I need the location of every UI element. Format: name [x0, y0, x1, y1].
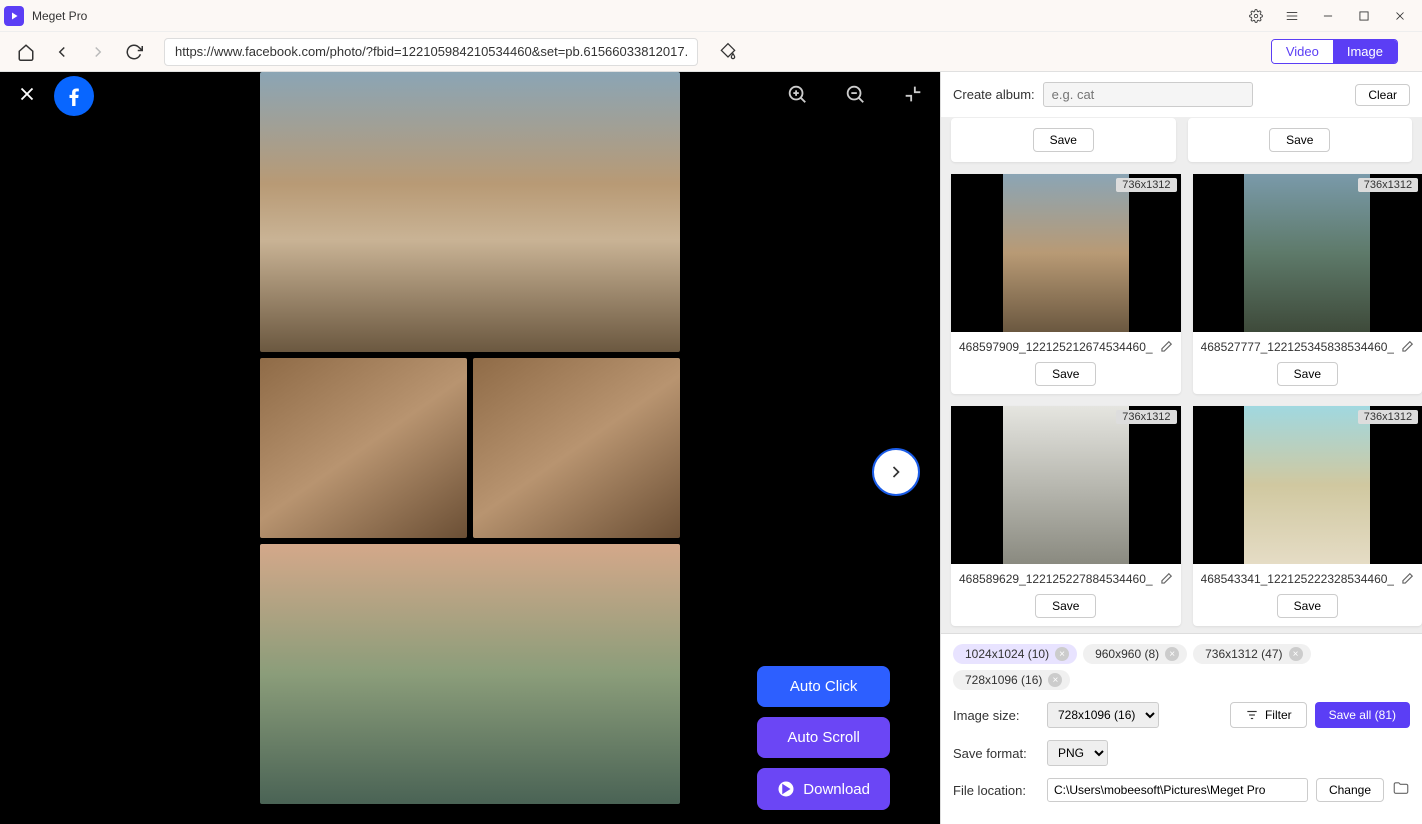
edit-icon[interactable]	[1400, 340, 1414, 354]
chip-remove-icon[interactable]: ×	[1289, 647, 1303, 661]
fullscreen-exit-icon[interactable]	[902, 83, 924, 110]
thumbnail-image[interactable]: 736x1312	[1193, 174, 1422, 332]
zoom-in-icon[interactable]	[786, 83, 808, 110]
thumbnail-filename: 468527777_122125345838534460_	[1201, 340, 1395, 354]
main-photo	[260, 72, 680, 804]
thumbnail-filename: 468597909_122125212674534460_	[959, 340, 1153, 354]
thumbnail-filename: 468543341_122125222328534460_	[1201, 572, 1395, 586]
thumbnail-card: 736x1312 468543341_122125222328534460_ S…	[1193, 406, 1422, 626]
viewer-close-icon[interactable]	[16, 83, 38, 110]
close-button[interactable]	[1382, 0, 1418, 32]
url-input[interactable]	[164, 38, 698, 66]
reload-button[interactable]	[120, 38, 148, 66]
save-button[interactable]: Save	[1035, 594, 1096, 618]
maximize-button[interactable]	[1346, 0, 1382, 32]
thumbnail-filename: 468589629_122125227884534460_	[959, 572, 1153, 586]
dimension-badge: 736x1312	[1116, 178, 1176, 192]
photo-viewer: Auto Click Auto Scroll Download	[0, 72, 940, 824]
size-chips: 1024x1024 (10)× 960x960 (8)× 736x1312 (4…	[953, 644, 1410, 690]
toolbar: Video Image	[0, 32, 1422, 72]
tab-image[interactable]: Image	[1333, 40, 1397, 63]
dimension-badge: 736x1312	[1116, 410, 1176, 424]
minimize-button[interactable]	[1310, 0, 1346, 32]
download-label: Download	[803, 781, 870, 798]
edit-icon[interactable]	[1159, 340, 1173, 354]
clear-button[interactable]: Clear	[1355, 84, 1410, 106]
facebook-logo[interactable]	[54, 76, 94, 116]
save-all-button[interactable]: Save all (81)	[1315, 702, 1410, 728]
save-button[interactable]: Save	[1035, 362, 1096, 386]
tab-video[interactable]: Video	[1272, 40, 1333, 63]
back-button[interactable]	[48, 38, 76, 66]
thumbnail-card: 736x1312 468589629_122125227884534460_ S…	[951, 406, 1181, 626]
save-button[interactable]: Save	[1269, 128, 1330, 152]
thumbnail-list[interactable]: Save Save 736x1312 468597909_12212521267…	[941, 118, 1422, 633]
filter-button[interactable]: Filter	[1230, 702, 1307, 728]
app-title: Meget Pro	[32, 9, 87, 23]
create-album-label: Create album:	[953, 87, 1035, 102]
title-bar: Meget Pro	[0, 0, 1422, 32]
thumbnail-image[interactable]: 736x1312	[951, 406, 1181, 564]
thumbnail-image[interactable]: 736x1312	[951, 174, 1181, 332]
thumbnail-image[interactable]: 736x1312	[1193, 406, 1422, 564]
auto-click-button[interactable]: Auto Click	[757, 666, 890, 707]
zoom-out-icon[interactable]	[844, 83, 866, 110]
folder-icon[interactable]	[1392, 779, 1410, 802]
create-album-input[interactable]	[1043, 82, 1253, 107]
thumbnail-card: 736x1312 468597909_122125212674534460_ S…	[951, 174, 1181, 394]
chip-remove-icon[interactable]: ×	[1048, 673, 1062, 687]
file-location-label: File location:	[953, 783, 1039, 798]
file-location-input[interactable]	[1047, 778, 1308, 802]
auto-scroll-button[interactable]: Auto Scroll	[757, 717, 890, 758]
change-button[interactable]: Change	[1316, 778, 1384, 802]
thumbnail-card: 736x1312 468527777_122125345838534460_ S…	[1193, 174, 1422, 394]
download-button[interactable]: Download	[757, 768, 890, 810]
save-format-label: Save format:	[953, 746, 1039, 761]
save-button[interactable]: Save	[1277, 362, 1338, 386]
image-size-select[interactable]: 728x1096 (16)	[1047, 702, 1159, 728]
sidebar-filters: 1024x1024 (10)× 960x960 (8)× 736x1312 (4…	[941, 633, 1422, 824]
next-photo-button[interactable]	[872, 448, 920, 496]
edit-icon[interactable]	[1159, 572, 1173, 586]
size-chip[interactable]: 1024x1024 (10)×	[953, 644, 1077, 664]
size-chip[interactable]: 960x960 (8)×	[1083, 644, 1187, 664]
dimension-badge: 736x1312	[1358, 410, 1418, 424]
app-icon	[4, 6, 24, 26]
image-size-label: Image size:	[953, 708, 1039, 723]
forward-button[interactable]	[84, 38, 112, 66]
settings-icon[interactable]	[1238, 0, 1274, 32]
size-chip[interactable]: 736x1312 (47)×	[1193, 644, 1310, 664]
save-format-select[interactable]: PNG	[1047, 740, 1108, 766]
edit-icon[interactable]	[1400, 572, 1414, 586]
sidebar: Create album: Clear Save Save 736x1312 4…	[940, 72, 1422, 824]
save-button[interactable]: Save	[1277, 594, 1338, 618]
home-button[interactable]	[12, 38, 40, 66]
bucket-icon[interactable]	[714, 38, 742, 66]
chip-remove-icon[interactable]: ×	[1165, 647, 1179, 661]
chip-remove-icon[interactable]: ×	[1055, 647, 1069, 661]
dimension-badge: 736x1312	[1358, 178, 1418, 192]
menu-icon[interactable]	[1274, 0, 1310, 32]
media-type-tabs: Video Image	[1271, 39, 1398, 64]
save-button[interactable]: Save	[1033, 128, 1094, 152]
size-chip[interactable]: 728x1096 (16)×	[953, 670, 1070, 690]
